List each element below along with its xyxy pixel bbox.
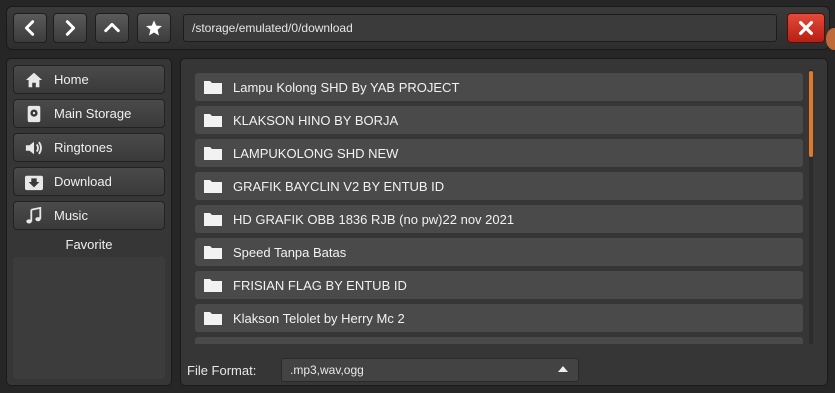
sidebar-item-download[interactable]: Download xyxy=(13,167,165,196)
chevron-left-icon xyxy=(24,20,35,36)
caret-up-icon xyxy=(558,366,568,372)
sidebar-item-home[interactable]: Home xyxy=(13,65,165,94)
folder-icon xyxy=(204,81,222,94)
toolbar: /storage/emulated/0/download xyxy=(6,6,830,50)
folder-row[interactable]: KLAKSON HINO BY BORJA xyxy=(195,106,803,134)
file-format-label: File Format: xyxy=(187,363,257,378)
favorite-heading: Favorite xyxy=(65,237,113,252)
folder-row[interactable]: Lampu Kolong SHD By YAB PROJECT xyxy=(195,73,803,101)
folder-icon xyxy=(204,312,222,325)
edge-handle xyxy=(826,28,835,50)
file-format-value: .mp3,wav,ogg xyxy=(290,363,364,377)
close-icon xyxy=(799,21,813,35)
home-icon xyxy=(24,70,44,90)
sidebar-item-music[interactable]: Music xyxy=(13,201,165,230)
folder-name: KLAKSON HINO BY BORJA xyxy=(233,112,399,128)
sidebar: Home Main Storage Ringtones Download Mus… xyxy=(6,58,172,386)
folder-row[interactable]: Klakson Telolet by Herry Mc 2 xyxy=(195,304,803,332)
music-note-icon xyxy=(24,206,44,226)
folder-name: FRISIAN FLAG BY ENTUB ID xyxy=(233,277,407,293)
sidebar-item-main-storage[interactable]: Main Storage xyxy=(13,99,165,128)
back-button[interactable] xyxy=(13,13,47,43)
scrollbar-thumb[interactable] xyxy=(809,71,813,157)
up-button[interactable] xyxy=(95,13,129,43)
folder-name: Speed Tanpa Batas xyxy=(233,244,347,260)
sidebar-item-label: Music xyxy=(54,208,88,223)
folder-name: Lampu Kolong SHD By YAB PROJECT xyxy=(233,79,460,95)
storage-icon xyxy=(24,104,44,124)
folder-icon xyxy=(204,246,222,259)
chevron-right-icon xyxy=(65,20,76,36)
file-format-select[interactable]: .mp3,wav,ogg xyxy=(281,358,579,382)
folder-icon xyxy=(204,114,222,127)
path-field[interactable]: /storage/emulated/0/download xyxy=(183,14,777,42)
file-list[interactable]: Lampu Kolong SHD By YAB PROJECT KLAKSON … xyxy=(191,67,805,344)
folder-row[interactable]: LAMPUKOLONG SHD NEW xyxy=(195,139,803,167)
sidebar-item-label: Ringtones xyxy=(54,140,113,155)
folder-name: Klakson Telolet by Herry Mc 2 xyxy=(233,310,405,326)
sidebar-item-label: Home xyxy=(54,72,89,87)
speaker-icon xyxy=(24,138,44,158)
favorite-list[interactable] xyxy=(13,257,165,379)
folder-name: HD GRAFIK OBB 1836 RJB (no pw)22 nov 202… xyxy=(233,211,515,227)
forward-button[interactable] xyxy=(53,13,87,43)
sidebar-item-ringtones[interactable]: Ringtones xyxy=(13,133,165,162)
folder-icon xyxy=(203,343,223,344)
folder-row[interactable]: GRAFIK BAYCLIN V2 BY ENTUB ID xyxy=(195,172,803,200)
sidebar-item-label: Main Storage xyxy=(54,106,132,121)
file-browser-window: /storage/emulated/0/download Home Main S… xyxy=(0,0,835,393)
close-button[interactable] xyxy=(787,13,825,43)
folder-name: LAMPUKOLONG SHD NEW xyxy=(233,145,399,161)
folder-row[interactable]: FRISIAN FLAG BY ENTUB ID xyxy=(195,271,803,299)
folder-icon xyxy=(204,279,222,292)
sidebar-item-label: Download xyxy=(54,174,112,189)
download-icon xyxy=(24,172,44,192)
folder-row[interactable] xyxy=(195,337,803,344)
star-icon xyxy=(146,20,162,36)
folder-name: GRAFIK BAYCLIN V2 BY ENTUB ID xyxy=(233,178,445,194)
file-list-panel: Lampu Kolong SHD By YAB PROJECT KLAKSON … xyxy=(180,58,828,386)
folder-icon xyxy=(204,180,222,193)
folder-row[interactable]: HD GRAFIK OBB 1836 RJB (no pw)22 nov 202… xyxy=(195,205,803,233)
folder-row[interactable]: Speed Tanpa Batas xyxy=(195,238,803,266)
favorite-button[interactable] xyxy=(137,13,171,43)
folder-icon xyxy=(204,213,222,226)
chevron-up-icon xyxy=(104,22,120,33)
folder-icon xyxy=(204,147,222,160)
